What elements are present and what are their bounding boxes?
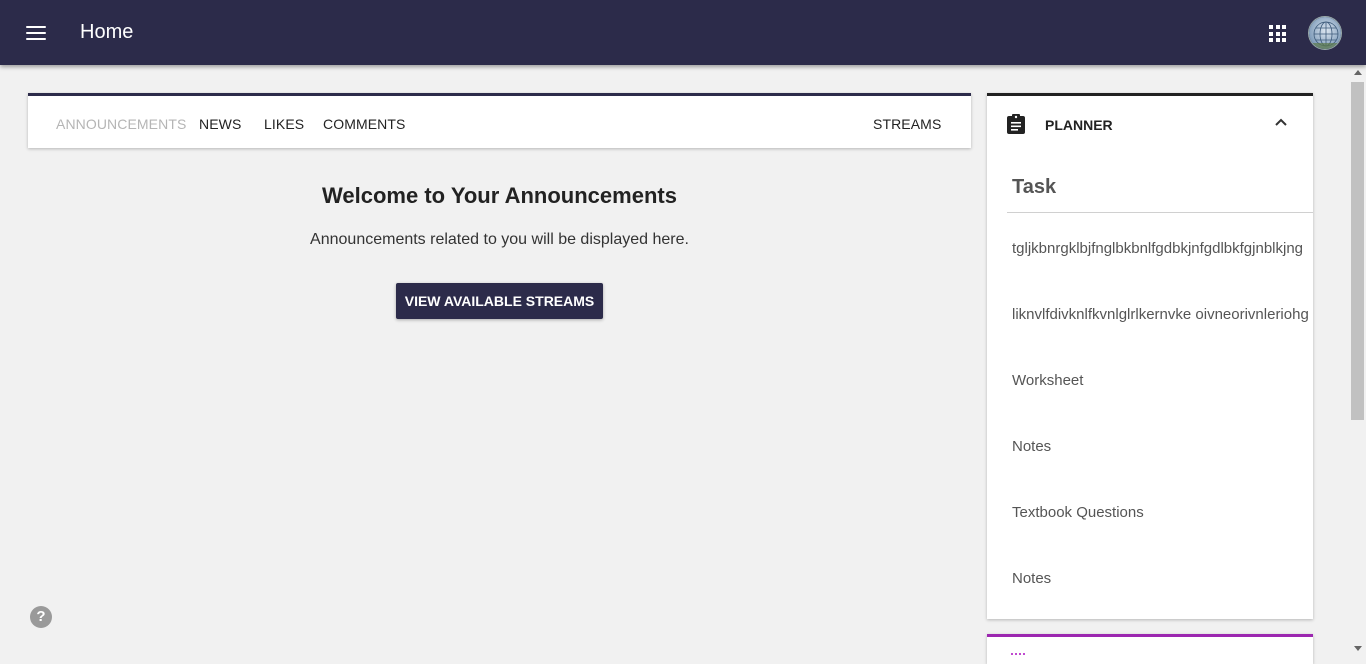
- planner-task-item[interactable]: Notes: [1012, 570, 1051, 587]
- tab-likes[interactable]: LIKES: [264, 116, 304, 132]
- divider: [1007, 212, 1313, 213]
- help-icon[interactable]: ?: [30, 606, 52, 628]
- announcement-tabs-bar: ANNOUNCEMENTS NEWS LIKES COMMENTS STREAM…: [28, 93, 971, 148]
- apps-grid-icon[interactable]: [1269, 25, 1286, 42]
- chevron-up-icon[interactable]: [1274, 117, 1288, 127]
- page-title: Home: [80, 21, 134, 43]
- top-app-bar: Home: [0, 0, 1366, 65]
- tab-announcements[interactable]: ANNOUNCEMENTS: [56, 116, 186, 132]
- widget-icon: [1011, 653, 1025, 657]
- scrollbar-thumb[interactable]: [1351, 82, 1364, 420]
- planner-task-item[interactable]: Worksheet: [1012, 372, 1083, 389]
- view-available-streams-button[interactable]: VIEW AVAILABLE STREAMS: [396, 283, 603, 319]
- scroll-up-arrow-icon[interactable]: [1354, 70, 1362, 75]
- clipboard-icon: [1007, 114, 1025, 134]
- planner-title: PLANNER: [1045, 117, 1113, 133]
- planner-card: PLANNER Task tgljkbnrgklbjfnglbkbnlfgdbk…: [987, 93, 1313, 619]
- user-avatar[interactable]: [1308, 16, 1342, 50]
- planner-task-item[interactable]: Notes: [1012, 438, 1051, 455]
- planner-task-item[interactable]: liknvlfdivknlfkvnlglrlkernvke oivneorivn…: [1012, 306, 1309, 323]
- tab-comments[interactable]: COMMENTS: [323, 116, 405, 132]
- tab-streams[interactable]: STREAMS: [873, 116, 941, 132]
- planner-task-item[interactable]: tgljkbnrgklbjfnglbkbnlfgdbkjnfgdlbkfgjnb…: [1012, 240, 1303, 257]
- tab-news[interactable]: NEWS: [199, 116, 241, 132]
- task-column-header: Task: [1012, 176, 1057, 198]
- empty-state-heading: Welcome to Your Announcements: [322, 183, 677, 208]
- scroll-down-arrow-icon[interactable]: [1354, 646, 1362, 651]
- empty-state-description: Announcements related to you will be dis…: [310, 231, 689, 248]
- secondary-widget-card: [987, 634, 1313, 664]
- hamburger-menu-icon[interactable]: [26, 26, 46, 40]
- planner-task-item[interactable]: Textbook Questions: [1012, 504, 1144, 521]
